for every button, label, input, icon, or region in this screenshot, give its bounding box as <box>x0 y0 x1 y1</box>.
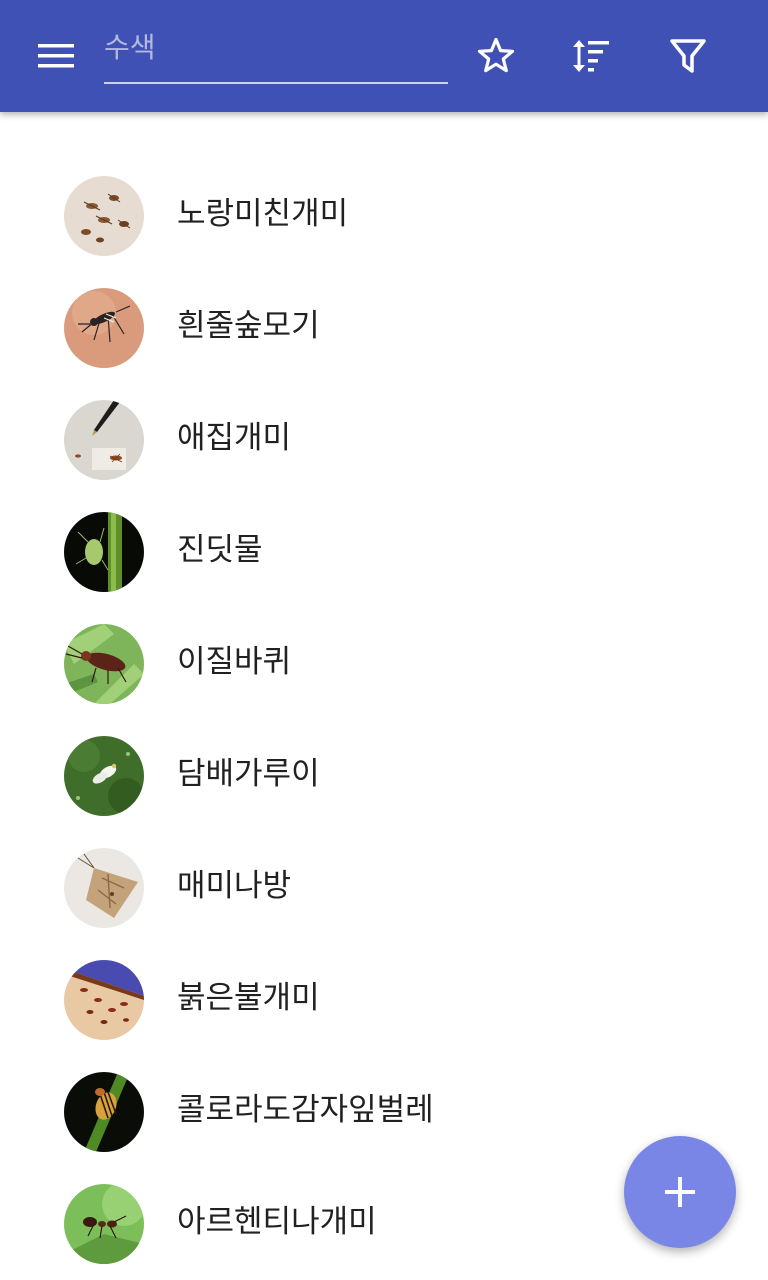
item-label: 담배가루이 <box>177 756 320 792</box>
species-list: 노랑미친개미 흰줄숲모기 애집개미 진딧물 이질바퀴 담배가루이 매미나방 붉은… <box>0 160 768 1280</box>
add-button[interactable] <box>624 1136 736 1248</box>
sort-button[interactable] <box>563 28 619 84</box>
filter-icon <box>670 39 706 73</box>
whitefly-thumbnail <box>64 736 144 816</box>
cockroach-thumbnail <box>64 624 144 704</box>
item-label: 매미나방 <box>177 868 292 904</box>
item-label: 진딧물 <box>177 532 263 568</box>
plus-icon <box>665 1177 695 1207</box>
list-item[interactable]: 담배가루이 <box>0 720 768 832</box>
filter-button[interactable] <box>660 28 716 84</box>
list-item[interactable]: 노랑미친개미 <box>0 160 768 272</box>
list-item[interactable]: 이질바퀴 <box>0 608 768 720</box>
list-item[interactable]: 매미나방 <box>0 832 768 944</box>
item-label: 콜로라도감자잎벌레 <box>177 1092 434 1128</box>
moth-thumbnail <box>64 848 144 928</box>
item-label: 흰줄숲모기 <box>177 308 320 344</box>
item-label: 이질바퀴 <box>177 644 292 680</box>
list-item[interactable]: 흰줄숲모기 <box>0 272 768 384</box>
list-item[interactable]: 붉은불개미 <box>0 944 768 1056</box>
search-input[interactable] <box>104 26 444 68</box>
ant-with-pen-thumbnail <box>64 400 144 480</box>
search-field[interactable] <box>104 20 448 84</box>
potato-beetle-thumbnail <box>64 1072 144 1152</box>
argentine-ant-thumbnail <box>64 1184 144 1264</box>
favorites-button[interactable] <box>468 28 524 84</box>
app-bar <box>0 0 768 112</box>
sort-icon <box>573 40 609 72</box>
item-label: 아르헨티나개미 <box>177 1204 377 1240</box>
item-label: 애집개미 <box>177 420 292 456</box>
mosquito-thumbnail <box>64 288 144 368</box>
list-item[interactable]: 진딧물 <box>0 496 768 608</box>
list-item[interactable]: 애집개미 <box>0 384 768 496</box>
menu-button[interactable] <box>24 28 88 84</box>
star-outline-icon <box>477 37 515 73</box>
ants-thumbnail <box>64 176 144 256</box>
fire-ants-thumbnail <box>64 960 144 1040</box>
item-label: 노랑미친개미 <box>177 196 349 232</box>
menu-icon <box>38 44 74 68</box>
aphid-thumbnail <box>64 512 144 592</box>
item-label: 붉은불개미 <box>177 980 320 1016</box>
